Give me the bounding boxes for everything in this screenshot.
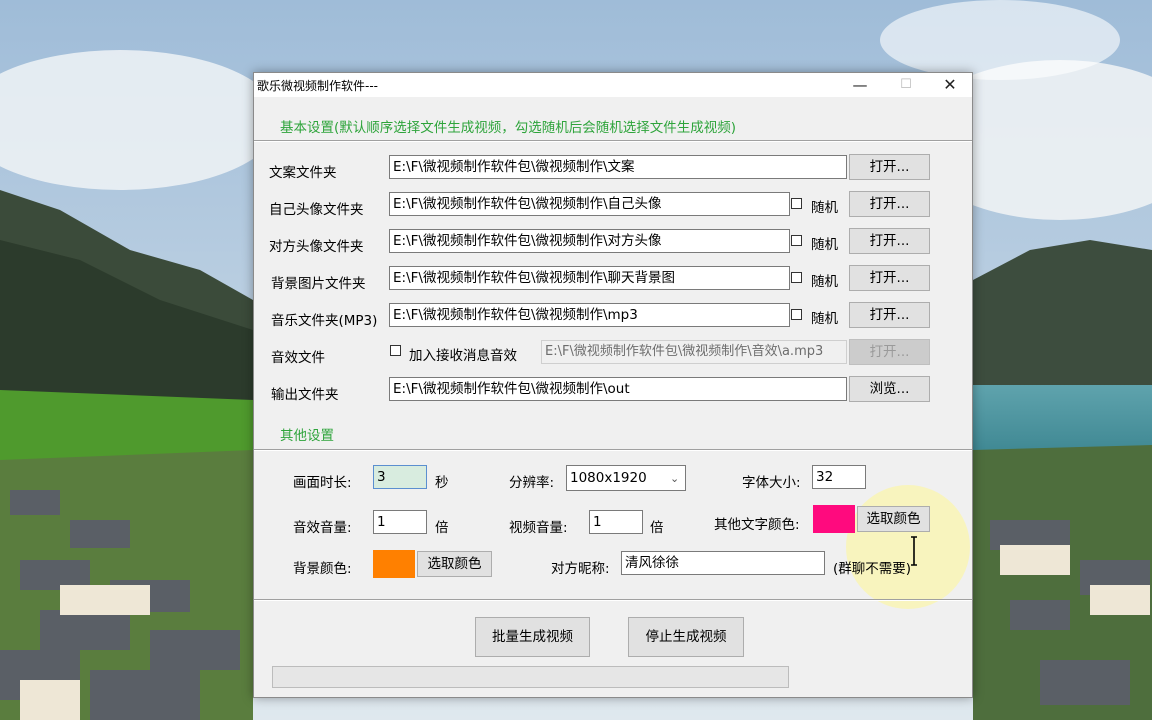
bg-color-pick-button[interactable]: 选取颜色: [417, 551, 492, 577]
app-window: 歌乐微视频制作软件--- — ☐ ✕ 基本设置(默认顺序选择文件生成视频，勾选随…: [253, 72, 973, 698]
peer-avatar-random-checkbox[interactable]: [791, 235, 802, 246]
video-volume-input[interactable]: 1: [589, 510, 643, 534]
chevron-down-icon[interactable]: ⌄: [670, 472, 679, 485]
window-title: 歌乐微视频制作软件---: [257, 79, 378, 93]
bg-image-random-label: 随机: [811, 274, 838, 290]
duration-input[interactable]: 3: [373, 465, 427, 489]
other-settings-heading: 其他设置: [280, 428, 334, 444]
divider: [254, 599, 972, 601]
title-bar: 歌乐微视频制作软件--- — ☐ ✕: [254, 73, 972, 97]
copy-folder-open-button[interactable]: 打开...: [849, 154, 930, 180]
progress-bar: [272, 666, 789, 688]
video-volume-unit: 倍: [650, 520, 664, 536]
stop-generate-button[interactable]: 停止生成视频: [628, 617, 744, 657]
divider: [254, 449, 972, 451]
text-color-label: 其他文字颜色:: [714, 517, 800, 533]
maximize-button[interactable]: ☐: [883, 73, 929, 97]
sound-file-label: 音效文件: [271, 350, 325, 366]
music-random-checkbox[interactable]: [791, 309, 802, 320]
my-avatar-random-checkbox[interactable]: [791, 198, 802, 209]
output-folder-label: 输出文件夹: [271, 387, 339, 403]
sound-open-button: 打开...: [849, 339, 930, 365]
peer-avatar-open-button[interactable]: 打开...: [849, 228, 930, 254]
cursor-highlight: [846, 485, 970, 609]
sound-file-path: E:\F\微视频制作软件包\微视频制作\音效\a.mp3: [541, 340, 847, 364]
font-size-label: 字体大小:: [742, 475, 801, 491]
music-folder-label: 音乐文件夹(MP3): [271, 313, 378, 329]
my-avatar-folder-path[interactable]: E:\F\微视频制作软件包\微视频制作\自己头像: [389, 192, 790, 216]
peer-avatar-random-label: 随机: [811, 237, 838, 253]
music-open-button[interactable]: 打开...: [849, 302, 930, 328]
batch-generate-button[interactable]: 批量生成视频: [475, 617, 590, 657]
copy-folder-path[interactable]: E:\F\微视频制作软件包\微视频制作\文案: [389, 155, 847, 179]
resolution-label: 分辨率:: [509, 475, 555, 491]
bg-image-folder-path[interactable]: E:\F\微视频制作软件包\微视频制作\聊天背景图: [389, 266, 790, 290]
bg-color-swatch: [373, 550, 415, 578]
text-cursor-icon: [911, 536, 917, 566]
duration-label: 画面时长:: [293, 475, 352, 491]
resolution-select[interactable]: 1080x1920: [566, 465, 686, 491]
font-size-input[interactable]: 32: [812, 465, 866, 489]
text-color-swatch: [813, 505, 855, 533]
output-browse-button[interactable]: 浏览...: [849, 376, 930, 402]
bg-image-random-checkbox[interactable]: [791, 272, 802, 283]
text-color-pick-button[interactable]: 选取颜色: [857, 506, 930, 532]
duration-unit: 秒: [435, 475, 449, 491]
basic-settings-heading: 基本设置(默认顺序选择文件生成视频，勾选随机后会随机选择文件生成视频): [280, 120, 737, 136]
divider: [254, 140, 972, 142]
sfx-volume-label: 音效音量:: [293, 520, 352, 536]
peer-avatar-folder-path[interactable]: E:\F\微视频制作软件包\微视频制作\对方头像: [389, 229, 790, 253]
output-folder-path[interactable]: E:\F\微视频制作软件包\微视频制作\out: [389, 377, 847, 401]
nickname-input[interactable]: 清风徐徐: [621, 551, 825, 575]
add-receive-sound-checkbox[interactable]: [390, 345, 401, 356]
music-random-label: 随机: [811, 311, 838, 327]
music-folder-path[interactable]: E:\F\微视频制作软件包\微视频制作\mp3: [389, 303, 790, 327]
add-receive-sound-label: 加入接收消息音效: [409, 348, 517, 364]
minimize-button[interactable]: —: [837, 73, 883, 97]
my-avatar-open-button[interactable]: 打开...: [849, 191, 930, 217]
bg-color-label: 背景颜色:: [293, 561, 352, 577]
video-volume-label: 视频音量:: [509, 520, 568, 536]
nickname-hint: (群聊不需要): [833, 561, 912, 577]
my-avatar-folder-label: 自己头像文件夹: [269, 202, 364, 218]
my-avatar-random-label: 随机: [811, 200, 838, 216]
nickname-label: 对方昵称:: [551, 561, 610, 577]
sfx-volume-input[interactable]: 1: [373, 510, 427, 534]
copy-folder-label: 文案文件夹: [269, 165, 337, 181]
bg-image-open-button[interactable]: 打开...: [849, 265, 930, 291]
close-button[interactable]: ✕: [927, 73, 973, 97]
bg-image-folder-label: 背景图片文件夹: [271, 276, 366, 292]
peer-avatar-folder-label: 对方头像文件夹: [269, 239, 364, 255]
sfx-volume-unit: 倍: [435, 520, 449, 536]
